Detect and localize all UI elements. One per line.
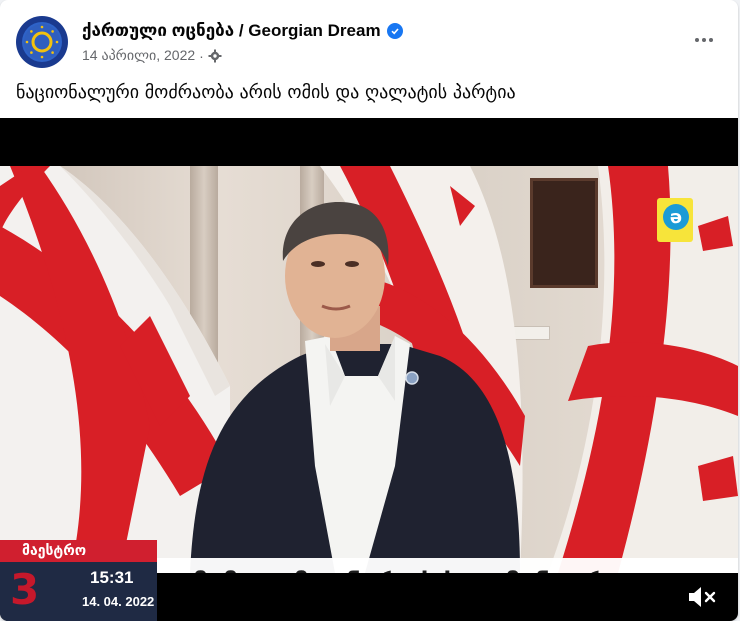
channel-logo: ə bbox=[657, 198, 693, 242]
post-header: ქართული ოცნება / Georgian Dream 14 აპრილ… bbox=[16, 16, 722, 72]
post-meta: 14 აპრილი, 2022 · bbox=[82, 47, 222, 64]
video-player[interactable]: ə მაესტრო მამუკა მდინარაძის კომენტარი 3 … bbox=[0, 118, 738, 621]
volume-button[interactable] bbox=[686, 583, 718, 611]
channel-logo-glyph: ə bbox=[663, 204, 689, 230]
video-frame: ə მაესტრო მამუკა მდინარაძის კომენტარი bbox=[0, 166, 738, 573]
gear-icon[interactable] bbox=[208, 49, 222, 63]
author-name[interactable]: ქართული ოცნება / Georgian Dream bbox=[82, 21, 403, 41]
speaker-image bbox=[190, 201, 520, 573]
page-avatar[interactable] bbox=[16, 16, 68, 68]
post-date[interactable]: 14 აპრილი, 2022 bbox=[82, 47, 195, 64]
post-text: ნაციონალური მოძრაობა არის ომის და ღალატი… bbox=[16, 82, 516, 103]
avatar-logo-icon bbox=[22, 22, 62, 62]
more-options-icon bbox=[695, 38, 699, 42]
meta-separator: · bbox=[199, 47, 204, 64]
verified-badge-icon bbox=[386, 23, 403, 39]
lower-third-title: მამუკა მდინარაძის კომენტარი bbox=[157, 558, 738, 573]
more-options-button[interactable] bbox=[686, 22, 722, 58]
author-name-text[interactable]: ქართული ოცნება / Georgian Dream bbox=[82, 21, 381, 41]
volume-muted-icon bbox=[689, 587, 716, 607]
video-controls bbox=[0, 573, 738, 621]
post-card: ქართული ოცნება / Georgian Dream 14 აპრილ… bbox=[0, 0, 738, 621]
lower-third-tag: მაესტრო bbox=[0, 540, 157, 562]
